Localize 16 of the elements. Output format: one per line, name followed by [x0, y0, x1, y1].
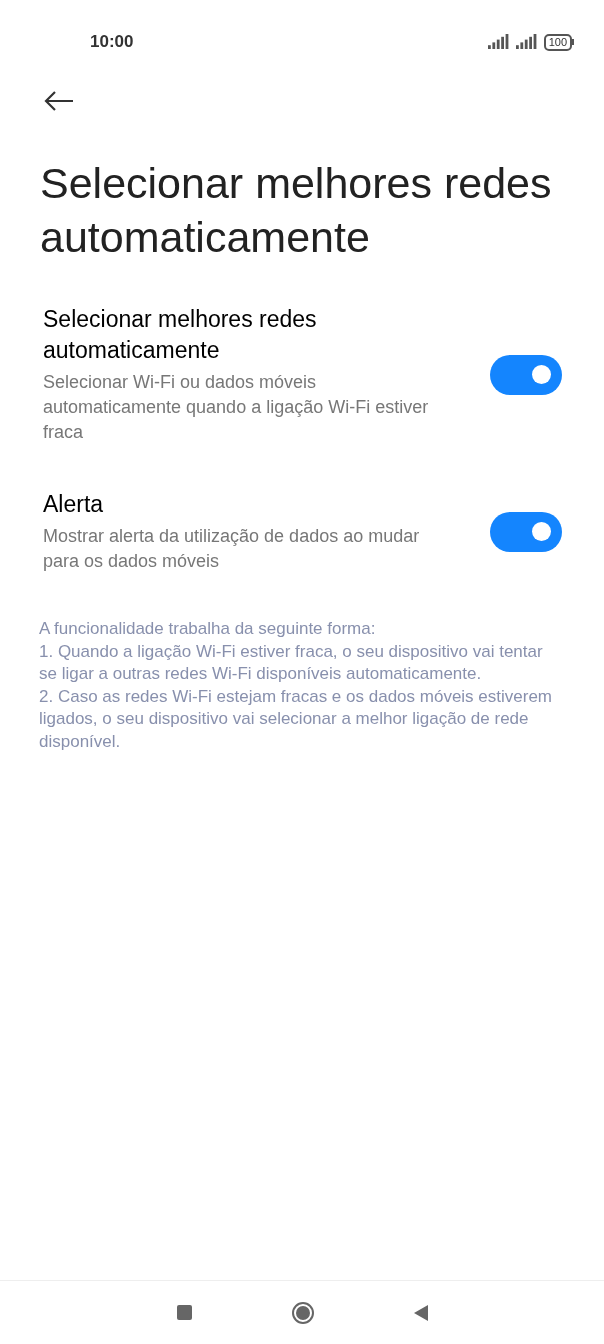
setting-title: Alerta	[43, 490, 105, 519]
status-time: 10:00	[90, 31, 134, 54]
toggle-switch[interactable]	[490, 354, 562, 395]
setting-title: Selecionar melhores redes automaticamente	[43, 305, 318, 365]
recent-apps-icon[interactable]	[176, 1305, 192, 1320]
page-title: Selecionar melhores redes automaticamente	[39, 158, 553, 263]
signal-icon	[515, 34, 538, 50]
back-arrow-icon[interactable]	[44, 90, 74, 112]
signal-icon	[487, 34, 510, 50]
info-text: A funcionalidade trabalha da seguinte forma: 1. Quando a ligação Wi-Fi estiver fraca, o seu dispositivo vai tentar se ligar a outras redes Wi-Fi disponíveis automaticamente. 2. Caso as redes Wi-Fi estejam fracas e os dados móveis estiverem ligados, o seu dispositivo vai selecionar a melhor ligação de rede disponível.	[38, 618, 554, 753]
home-icon[interactable]	[291, 1301, 314, 1324]
setting-description: Mostrar alerta da utilização de dados ao mudar para os dados móveis	[43, 525, 421, 573]
toggle-switch[interactable]	[490, 511, 562, 552]
setting-description: Selecionar Wi-Fi ou dados móveis automaticamente quando a ligação Wi-Fi estiver fraca	[43, 371, 430, 444]
back-icon[interactable]	[413, 1304, 428, 1321]
battery-icon: 100	[543, 33, 574, 51]
